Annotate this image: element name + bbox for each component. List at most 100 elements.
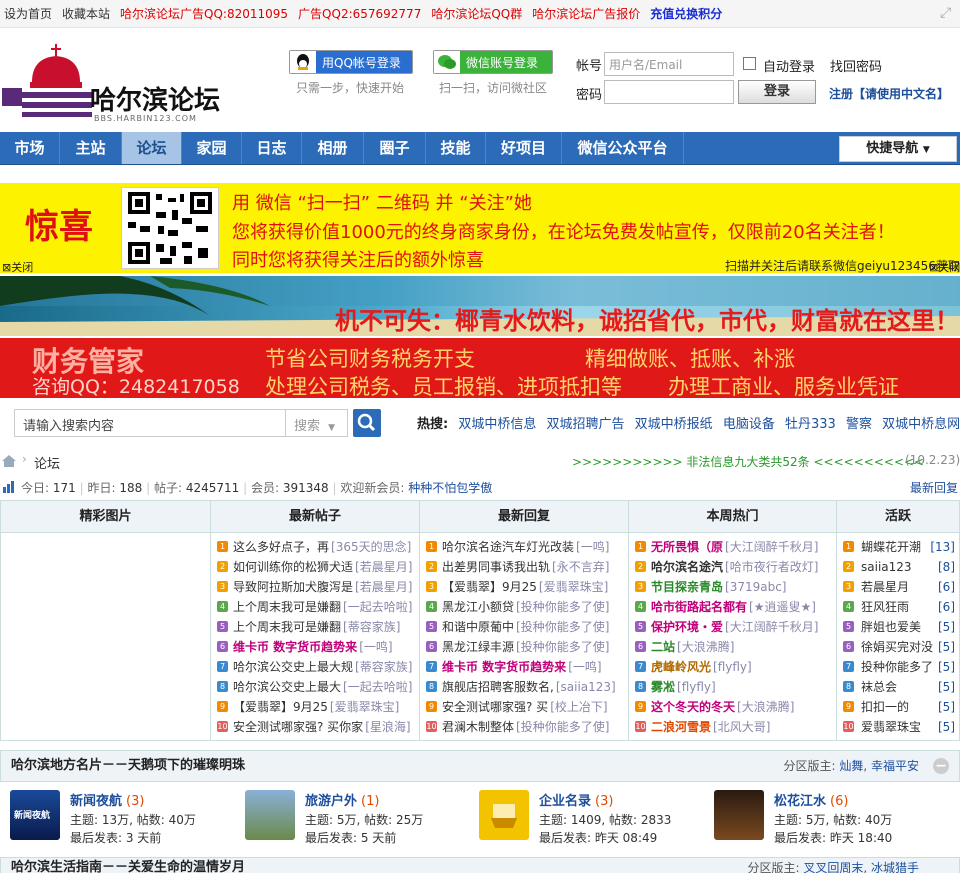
auto-login-checkbox[interactable]	[743, 57, 756, 70]
thread-author[interactable]: [一起去哈啦]	[343, 600, 412, 614]
thread-author[interactable]: [一起去哈啦]	[343, 680, 412, 694]
notice-link[interactable]: >>>>>>>>>>> 非法信息九大类共52条 <<<<<<<<<<<	[572, 453, 924, 470]
qq-group-link[interactable]: 哈尔滨论坛QQ群	[431, 5, 522, 22]
list-item[interactable]: 8 旗舰店招聘客服数名, [saiia123]	[420, 677, 628, 697]
thread-title[interactable]: 黑龙江小额贷	[442, 600, 514, 614]
section-title[interactable]: 哈尔滨生活指南－－关爱生命的温情岁月	[11, 853, 245, 873]
thread-title[interactable]: 安全测试哪家强? 买你家	[233, 720, 363, 734]
list-item[interactable]: 3 导致阿拉斯加犬腹泻是 [若晨星月]	[211, 577, 419, 597]
expand-icon[interactable]: ⤢	[940, 6, 954, 20]
qq-login-button[interactable]: 用QQ帐号登录	[289, 50, 413, 74]
search-type-select[interactable]: 搜索 ▼	[286, 409, 348, 437]
thread-author[interactable]: [投种你能多了使]	[516, 620, 609, 634]
thread-title[interactable]: 安全测试哪家强? 买	[442, 700, 548, 714]
moderator-link[interactable]: 灿舞	[839, 759, 863, 773]
thread-author[interactable]: [投种你能多了使]	[516, 600, 609, 614]
ad-close-left[interactable]: ⊠关闭	[2, 259, 33, 275]
list-item[interactable]: 2 出差男同事诱我出轨 [永不言弃]	[420, 557, 628, 577]
thread-author[interactable]: [星浪海]	[365, 720, 410, 734]
thread-title[interactable]: 【爱翡翠】9月25	[442, 580, 537, 594]
finance-ad-banner[interactable]: 财务管家 咨询QQ：2482417058 节省公司财务税务开支 精细做账、抵账、…	[0, 338, 960, 398]
forum-entry[interactable]: 新闻夜航 新闻夜航 (3) 主题: 13万, 帖数: 40万 最后发表: 3 天前	[10, 786, 240, 848]
thread-title[interactable]: 二站	[651, 640, 675, 654]
thread-title[interactable]: 二浪河雪景	[651, 720, 711, 734]
quick-nav-button[interactable]: 快捷导航 ▼	[839, 136, 957, 162]
recharge-link[interactable]: 充值兑换积分	[650, 5, 722, 22]
list-item[interactable]: 6 二站 [大浪沸腾]	[629, 637, 836, 657]
list-item[interactable]: 99扣扣一的[5]	[837, 697, 959, 717]
thread-author[interactable]: [蒂容家族]	[355, 660, 412, 674]
thread-author[interactable]: [大江阔醉千秋月]	[725, 540, 818, 554]
wechat-promo-ad[interactable]: 惊喜 用 微信 “扫一扫” 二维码 并 “关注”她 您将获得价值1000元的终身…	[0, 183, 960, 275]
thread-author[interactable]: [北风大哥]	[713, 720, 770, 734]
nav-item-projects[interactable]: 好项目	[486, 132, 562, 164]
forum-name[interactable]: 旅游户外	[305, 794, 357, 809]
list-item[interactable]: 2 哈尔滨名途汽 [哈市夜行者改灯]	[629, 557, 836, 577]
search-input[interactable]: 请输入搜索内容	[14, 409, 286, 437]
thread-author[interactable]: [大江阔醉千秋月]	[725, 620, 818, 634]
moderator-link[interactable]: 冰城猎手	[871, 861, 919, 873]
list-item[interactable]: 9 【爱翡翠】9月25 [爱翡翠珠宝]	[211, 697, 419, 717]
list-item[interactable]: 22saiia123[8]	[837, 557, 959, 577]
list-item[interactable]: 3 【爱翡翠】9月25 [爱翡翠珠宝]	[420, 577, 628, 597]
thread-author[interactable]: [大浪沸腾]	[677, 640, 734, 654]
forum-name[interactable]: 松花江水	[774, 794, 826, 809]
collapse-icon[interactable]: −	[933, 758, 949, 774]
active-user-name[interactable]: 若晨星月	[861, 580, 909, 594]
thread-title[interactable]: 和谐中原葡中	[442, 620, 514, 634]
thread-author[interactable]: [3719abc]	[725, 580, 786, 594]
thread-author[interactable]: [一鸣]	[568, 660, 601, 674]
nav-item-market[interactable]: 市场	[0, 132, 60, 164]
thread-author[interactable]: [投种你能多了使]	[516, 640, 609, 654]
list-item[interactable]: 1010爱翡翠珠宝[5]	[837, 717, 959, 737]
wechat-login-button[interactable]: 微信账号登录	[433, 50, 553, 74]
active-user-name[interactable]: 投种你能多了	[861, 660, 933, 674]
list-item[interactable]: 4 黑龙江小额贷 [投种你能多了使]	[420, 597, 628, 617]
forum-entry[interactable]: 旅游户外 (1) 主题: 5万, 帖数: 25万 最后发表: 5 天前	[245, 786, 475, 848]
thread-author[interactable]: [365天的思念]	[331, 540, 411, 554]
hot-search-link[interactable]: 双城中桥报纸	[635, 417, 713, 432]
add-favorite-link[interactable]: 收藏本站	[62, 5, 110, 22]
hot-search-link[interactable]: 双城招聘广告	[547, 417, 625, 432]
thread-title[interactable]: 如何训练你的松狮犬适	[233, 560, 353, 574]
thread-author[interactable]: [saiia123]	[556, 680, 616, 694]
list-item[interactable]: 2 如何训练你的松狮犬适 [若晨星月]	[211, 557, 419, 577]
list-item[interactable]: 5 上个周末我可是嫌翻 [蒂容家族]	[211, 617, 419, 637]
home-icon[interactable]	[2, 455, 16, 467]
thread-author[interactable]: [哈市夜行者改灯]	[725, 560, 818, 574]
thread-title[interactable]: 维卡币 数字货币趋势来	[233, 640, 357, 654]
active-user-name[interactable]: saiia123	[861, 560, 912, 574]
hot-search-link[interactable]: 警察	[846, 417, 872, 432]
site-logo[interactable]: 哈尔滨论坛 BBS.HARBIN123.COM	[2, 42, 232, 132]
active-user-name[interactable]: 狂风狂雨	[861, 600, 909, 614]
find-password-link[interactable]: 找回密码	[830, 56, 882, 75]
moderator-link[interactable]: 幸福平安	[871, 759, 919, 773]
latest-reply-link[interactable]: 最新回复	[910, 479, 958, 496]
list-item[interactable]: 44狂风狂雨[6]	[837, 597, 959, 617]
thread-title[interactable]: 君澜木制整体	[442, 720, 514, 734]
thread-author[interactable]: [永不言弃]	[552, 560, 609, 574]
list-item[interactable]: 55胖姐也爱美[5]	[837, 617, 959, 637]
forum-name[interactable]: 企业名录	[539, 794, 591, 809]
new-member-link[interactable]: 种种不怕包学傲	[408, 481, 492, 495]
list-item[interactable]: 9 安全测试哪家强? 买 [校上冶下]	[420, 697, 628, 717]
thread-author[interactable]: [若晨星月]	[355, 580, 412, 594]
thread-title[interactable]: 哈尔滨公交史上最大	[233, 680, 341, 694]
hot-search-link[interactable]: 牡丹333	[785, 417, 836, 432]
list-item[interactable]: 7 虎峰岭风光 [flyfly]	[629, 657, 836, 677]
list-item[interactable]: 9 这个冬天的冬天 [大浪沸腾]	[629, 697, 836, 717]
ad-price-link[interactable]: 哈尔滨论坛广告报价	[532, 5, 640, 22]
thread-title[interactable]: 哈尔滨名途汽车灯光改装	[442, 540, 574, 554]
thread-title[interactable]: 这么多好点子，再	[233, 540, 329, 554]
nav-item-blog[interactable]: 日志	[242, 132, 302, 164]
thread-title[interactable]: 维卡币 数字货币趋势来	[442, 660, 566, 674]
active-user-name[interactable]: 扣扣一的	[861, 700, 909, 714]
thread-title[interactable]: 旗舰店招聘客服数名,	[442, 680, 554, 694]
thread-author[interactable]: [投种你能多了使]	[516, 720, 609, 734]
list-item[interactable]: 8 哈尔滨公交史上最大 [一起去哈啦]	[211, 677, 419, 697]
list-item[interactable]: 66徐娟买完对没[5]	[837, 637, 959, 657]
nav-item-forum[interactable]: 论坛	[122, 132, 182, 164]
active-user-name[interactable]: 爱翡翠珠宝	[861, 720, 921, 734]
thread-title[interactable]: 上个周末我可是嫌翻	[233, 620, 341, 634]
nav-item-space[interactable]: 家园	[182, 132, 242, 164]
